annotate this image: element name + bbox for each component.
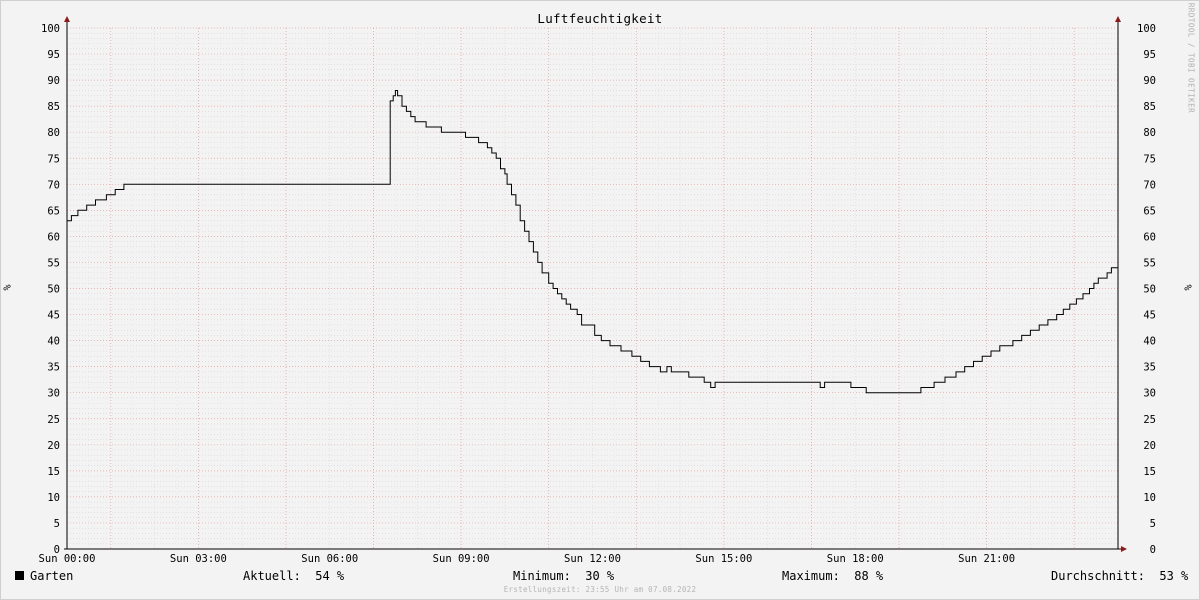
y-tick-labels-right: 0 5 10 15 20 25 30 35 40 45 50 55 60 65 70 75 80 85 90 95 10… [1137,23,1156,556]
y-tick-label-right: 100 [1137,23,1156,35]
plot-area: 0 5 10 15 20 25 30 35 40 45 50 55 60 65 70 75 80 85 90 95 10… [39,16,1156,565]
y-tick-label-right: 60 [1143,231,1156,243]
y-tick-label-right: 0 [1150,544,1156,556]
y-tick-labels-left: 0510152025303540455055606570758085909510… [41,23,60,556]
y-tick-label-right: 75 [1143,153,1156,165]
y-tick-label-left: 30 [47,388,60,400]
x-axis-arrow [1121,546,1127,552]
y-tick-label-right: 10 [1143,492,1156,504]
y-tick-label-left: 80 [47,127,60,139]
y-tick-label-left: 100 [41,23,60,35]
y-tick-label-left: 10 [47,492,60,504]
y-tick-label-left: 20 [47,440,60,452]
y-tick-label-left: 90 [47,75,60,87]
x-tick-label: Sun 18:00 [827,553,884,565]
y-tick-label-right: 25 [1143,414,1156,426]
x-tick-label: Sun 03:00 [170,553,227,565]
y-tick-label-left: 35 [47,362,60,374]
y-tick-label-left: 85 [47,101,60,113]
y-tick-label-left: 75 [47,153,60,165]
legend-series-name: Garten [30,569,74,583]
legend-swatch-garten [15,571,24,580]
legend-maximum: Maximum: 88 % [782,569,884,583]
y-tick-label-left: 65 [47,205,60,217]
y-tick-label-right: 35 [1143,362,1156,374]
y-tick-label-right: 65 [1143,205,1156,217]
x-tick-label: Sun 06:00 [301,553,358,565]
y-tick-label-left: 15 [47,466,60,478]
x-tick-labels: Sun 00:00 Sun 03:00 Sun 06:00 Sun 09:00 Sun … [39,553,1016,565]
y-tick-label-right: 55 [1143,257,1156,269]
y-tick-label-left: 5 [54,518,60,530]
y-tick-label-right: 40 [1143,336,1156,348]
y-tick-label-left: 55 [47,257,60,269]
axes [64,16,1127,552]
x-tick-label: Sun 15:00 [695,553,752,565]
y-tick-label-left: 40 [47,336,60,348]
y-tick-label-left: 70 [47,179,60,191]
x-tick-label: Sun 00:00 [39,553,96,565]
y-tick-label-left: 60 [47,231,60,243]
x-tick-label: Sun 21:00 [958,553,1015,565]
legend-minimum: Minimum: 30 % [513,569,615,583]
y-tick-label-right: 45 [1143,310,1156,322]
y-axis-left-arrow [64,16,70,22]
major-grid [67,27,1118,549]
y-tick-label-left: 95 [47,49,60,61]
y-tick-label-right: 30 [1143,388,1156,400]
x-tick-label: Sun 12:00 [564,553,621,565]
legend-aktuell: Aktuell: 54 % [243,569,345,583]
y-tick-label-right: 85 [1143,101,1156,113]
y-tick-label-right: 5 [1150,518,1156,530]
y-tick-label-left: 45 [47,310,60,322]
y-tick-label-left: 25 [47,414,60,426]
y-tick-label-right: 95 [1143,49,1156,61]
y-tick-label-left: 50 [47,284,60,296]
y-tick-label-right: 70 [1143,179,1156,191]
y-tick-label-right: 90 [1143,75,1156,87]
x-tick-label: Sun 09:00 [433,553,490,565]
y-axis-right-arrow [1115,16,1121,22]
y-tick-label-right: 20 [1143,440,1156,452]
legend-durchschnitt: Durchschnitt: 53 % [1051,569,1189,583]
y-tick-label-right: 15 [1143,466,1156,478]
y-tick-label-right: 50 [1143,284,1156,296]
footer-timestamp: Erstellungszeit: 23:55 Uhr am 07.08.2022 [503,585,697,594]
y-tick-label-right: 80 [1143,127,1156,139]
